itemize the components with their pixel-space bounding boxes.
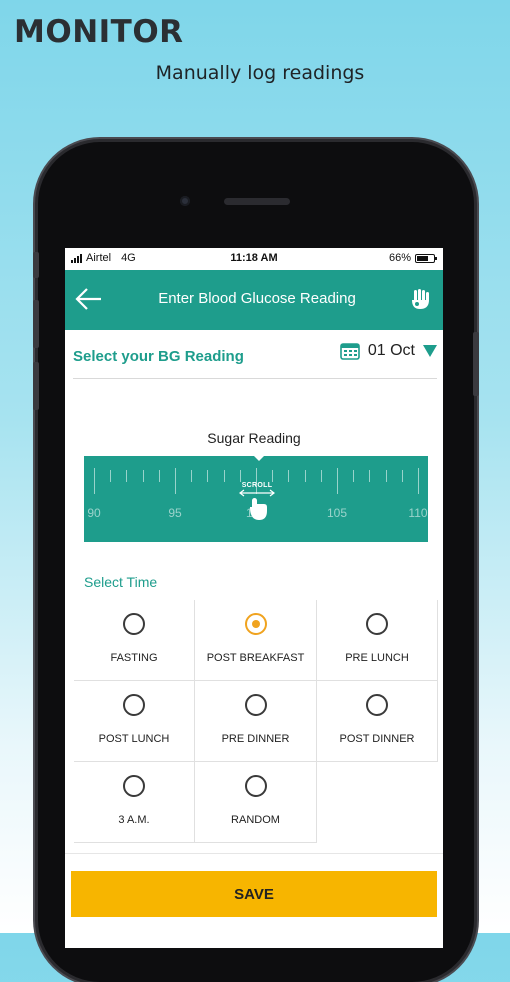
- time-option-pre-lunch[interactable]: PRE LUNCH: [317, 600, 438, 681]
- time-option-random[interactable]: RANDOM: [195, 762, 317, 843]
- ruler-tick: [142, 470, 144, 482]
- sugar-reading-label: Sugar Reading: [207, 430, 301, 446]
- card-divider: [65, 853, 443, 854]
- ruler-tick: [158, 470, 160, 482]
- status-time: 11:18 AM: [230, 252, 278, 264]
- sugar-reading-ruler[interactable]: 9095100105110 SCROLL: [84, 456, 428, 542]
- front-camera: [180, 196, 190, 206]
- select-time-label: Select Time: [84, 574, 158, 590]
- time-option-post-breakfast[interactable]: POST BREAKFAST: [195, 600, 317, 681]
- bg-reading-row: Select your BG Reading 01 Oct: [73, 330, 437, 379]
- earpiece-speaker: [224, 198, 290, 205]
- phone-side-button: [33, 252, 39, 278]
- time-option-label: POST LUNCH: [98, 733, 170, 745]
- status-right: 66%: [388, 252, 437, 264]
- ruler-tick: [94, 468, 95, 494]
- ruler-tick-label: 105: [326, 506, 348, 520]
- bg-reading-label: Select your BG Reading: [73, 348, 244, 365]
- radio-button[interactable]: [366, 613, 388, 635]
- selected-date: 01 Oct: [367, 342, 415, 359]
- radio-button[interactable]: [244, 694, 267, 716]
- save-button[interactable]: SAVE: [71, 871, 437, 917]
- scroll-hint: SCROLL: [234, 482, 280, 528]
- radio-button[interactable]: [123, 775, 145, 797]
- time-option-label: POST BREAKFAST: [206, 652, 305, 664]
- radio-button[interactable]: [123, 613, 145, 635]
- app-header: Enter Blood Glucose Reading: [65, 270, 443, 330]
- time-option-label: PRE LUNCH: [345, 652, 409, 664]
- app-screen: Airtel 4G 11:18 AM 66% Enter Blood Gluco…: [65, 248, 443, 948]
- phone-volume-down: [33, 362, 39, 410]
- time-options-grid: FASTING POST BREAKFAST PRE LUNCH POST LU…: [74, 600, 438, 843]
- ruler-tick: [369, 470, 371, 482]
- status-bar: Airtel 4G 11:18 AM 66%: [65, 248, 443, 270]
- ruler-tick: [353, 470, 355, 482]
- calendar-icon: [340, 343, 360, 360]
- radio-button[interactable]: [244, 775, 267, 797]
- ruler-tick: [207, 470, 209, 482]
- ruler-tick: [175, 468, 176, 494]
- time-option-3am[interactable]: 3 A.M.: [74, 762, 195, 843]
- swipe-hand-icon: [239, 489, 275, 520]
- time-option-post-lunch[interactable]: POST LUNCH: [74, 681, 195, 762]
- ruler-tick: [191, 470, 193, 482]
- ruler-tick: [272, 470, 274, 482]
- ruler-tick: [401, 470, 403, 482]
- scroll-hint-label: SCROLL: [241, 482, 273, 489]
- date-selector[interactable]: 01 Oct: [340, 342, 437, 360]
- radio-button[interactable]: [366, 694, 388, 716]
- time-option-pre-dinner[interactable]: PRE DINNER: [195, 681, 317, 762]
- battery-percent: 66%: [388, 252, 411, 264]
- radio-button[interactable]: [123, 694, 145, 716]
- time-option-label: 3 A.M.: [118, 814, 150, 826]
- ruler-tick: [337, 468, 338, 494]
- ruler-tick: [418, 468, 419, 494]
- promo-subtitle: Manually log readings: [155, 62, 365, 84]
- battery-icon: [415, 253, 437, 263]
- ruler-tick: [320, 470, 322, 482]
- page-title: Enter Blood Glucose Reading: [158, 290, 356, 307]
- ruler-tick: [126, 470, 128, 482]
- ruler-tick: [288, 470, 290, 482]
- promo-title: MONITOR: [14, 14, 184, 50]
- time-option-post-dinner[interactable]: POST DINNER: [317, 681, 438, 762]
- ruler-tick: [223, 470, 225, 482]
- ruler-tick-label: 110: [408, 506, 428, 520]
- hand-icon[interactable]: [407, 286, 433, 312]
- ruler-tick: [385, 470, 387, 482]
- ruler-pointer-icon: [252, 456, 266, 461]
- time-option-label: FASTING: [110, 652, 158, 664]
- phone-volume-up: [33, 300, 39, 348]
- ruler-tick: [304, 470, 306, 482]
- caret-down-icon: [423, 345, 437, 357]
- ruler-tick: [110, 470, 112, 482]
- radio-button-selected[interactable]: [244, 613, 267, 635]
- time-option-fasting[interactable]: FASTING: [74, 600, 195, 681]
- time-option-label: RANDOM: [231, 814, 280, 826]
- ruler-tick-label: 90: [87, 506, 101, 520]
- time-option-label: PRE DINNER: [221, 733, 290, 745]
- ruler-tick: [239, 470, 241, 482]
- phone-power-button: [473, 332, 479, 396]
- time-option-label: POST DINNER: [339, 733, 415, 745]
- ruler-tick-label: 95: [168, 506, 182, 520]
